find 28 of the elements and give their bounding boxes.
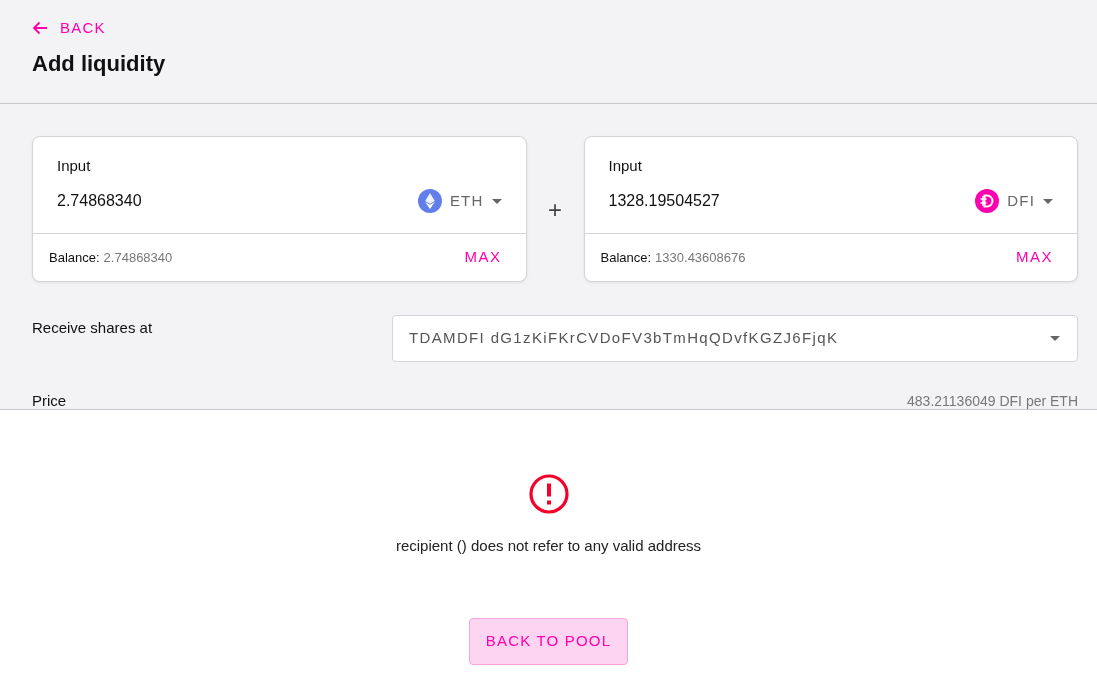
token-selector[interactable]: ETH xyxy=(417,189,502,213)
amount-field[interactable]: 2.74868340 xyxy=(57,189,142,213)
token-eth-icon xyxy=(417,189,442,213)
input-label: Input xyxy=(57,156,91,176)
page-title: Add liquidity xyxy=(32,50,166,78)
balance-value: 2.74868340 xyxy=(103,248,173,267)
price-value: 483.21136049 DFI per ETH xyxy=(907,392,1078,409)
address-value: TDAMDFI dG1zKiFKrCVDoFV3bTmHqQDvfKGZJ6FjqK xyxy=(409,328,839,349)
error-icon xyxy=(528,474,569,514)
balance-label: Balance: xyxy=(600,248,652,267)
caret-down-icon xyxy=(491,198,502,204)
max-button[interactable]: MAX xyxy=(1016,246,1053,269)
token-selector[interactable]: DFI xyxy=(975,189,1053,213)
max-button[interactable]: MAX xyxy=(464,246,502,269)
price-label: Price xyxy=(32,391,67,409)
caret-down-icon xyxy=(1050,336,1060,341)
amount-field[interactable]: 1328.19504527 xyxy=(608,189,720,213)
token-dfi-icon xyxy=(975,189,1000,213)
input-label: Input xyxy=(608,156,642,176)
caret-down-icon xyxy=(1043,198,1053,204)
plus-sign: + xyxy=(547,198,563,222)
address-dropdown[interactable]: TDAMDFI dG1zKiFKrCVDoFV3bTmHqQDvfKGZJ6FjqK xyxy=(392,315,1078,362)
receive-shares-label: Receive shares at xyxy=(32,318,153,338)
balance-value: 1330.43608676 xyxy=(655,248,746,267)
balance-label: Balance: xyxy=(49,248,100,267)
arrow-left-icon xyxy=(32,21,48,35)
back-link[interactable]: BACK xyxy=(32,17,106,39)
error-message: recipient () does not refer to any valid address xyxy=(395,536,702,556)
